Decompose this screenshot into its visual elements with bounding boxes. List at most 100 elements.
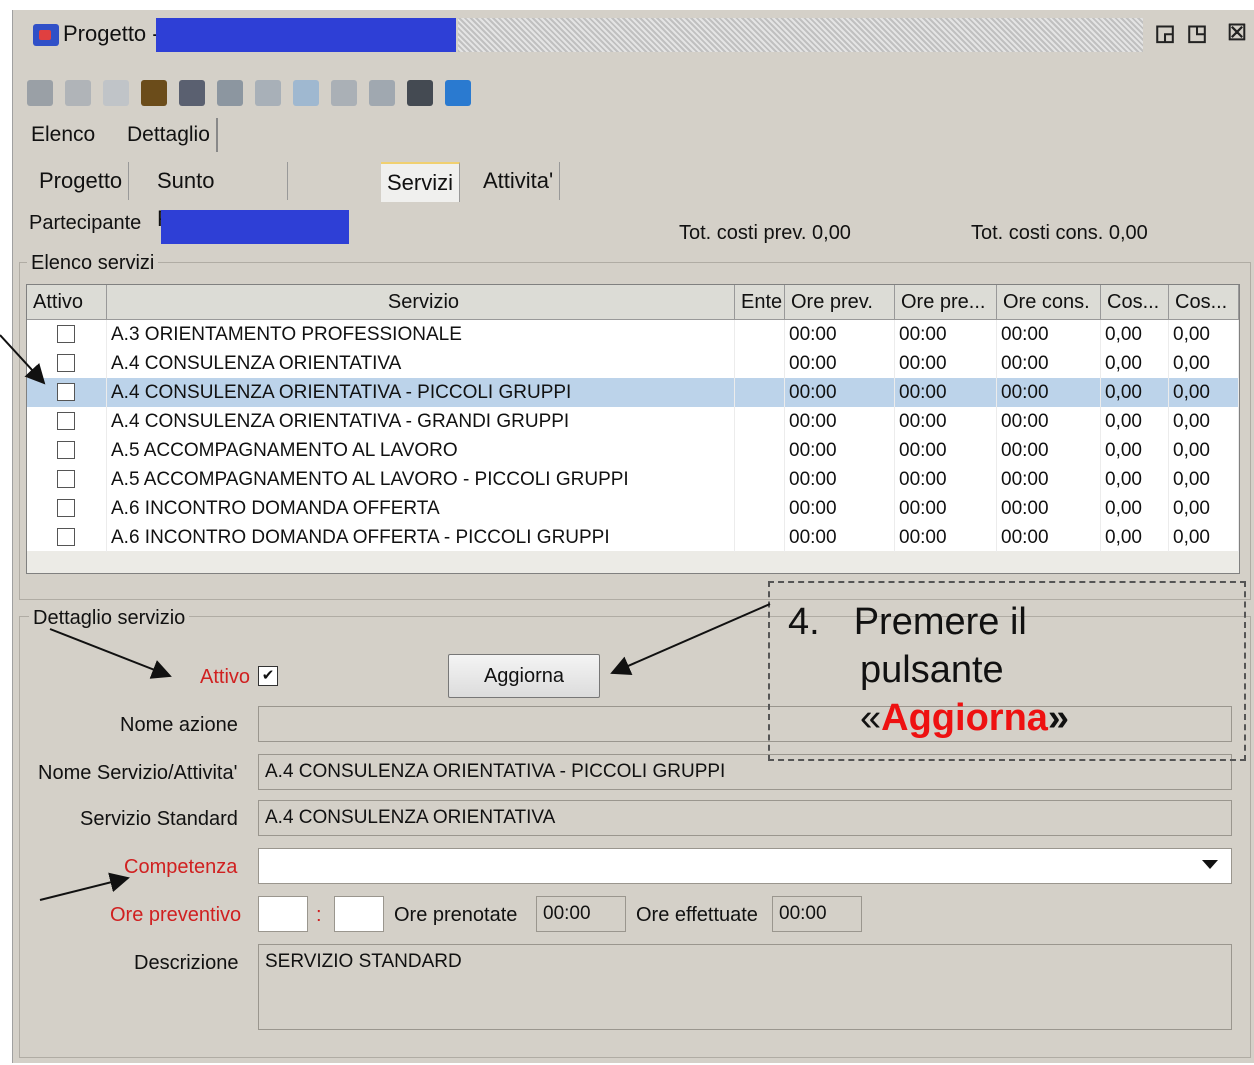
cell-ore-cons: 00:00 (997, 407, 1101, 436)
partecipante-label: Partecipante (29, 212, 142, 234)
ore-preventivo-minutes[interactable] (334, 896, 384, 932)
edit-icon[interactable] (179, 80, 205, 106)
cell-ore-pre: 00:00 (895, 436, 997, 465)
cell-ente (735, 523, 785, 552)
redacted-partecipante (161, 210, 349, 244)
attivo-checkbox[interactable] (57, 499, 75, 517)
cell-ore-cons: 00:00 (997, 436, 1101, 465)
cell-ente (735, 465, 785, 494)
column-header[interactable]: Ore prev. (785, 285, 895, 319)
cell-ore-pre: 00:00 (895, 523, 997, 552)
competenza-select[interactable] (258, 848, 1232, 884)
new-doc-icon[interactable] (65, 80, 91, 106)
column-header[interactable]: Attivo (27, 285, 107, 319)
print-icon[interactable] (407, 80, 433, 106)
table-row[interactable]: A.5 ACCOMPAGNAMENTO AL LAVORO 00:00 00:00 0… (27, 436, 1239, 465)
servizi-table[interactable]: Attivo Servizio Ente Ore prev. Ore pre... Ore… (26, 284, 1240, 574)
tab-servizi[interactable]: Servizi (381, 162, 461, 202)
refresh-icon[interactable] (293, 80, 319, 106)
cell-servizio: A.6 INCONTRO DOMANDA OFFERTA (107, 494, 735, 523)
aggiorna-button[interactable]: Aggiorna (448, 654, 600, 698)
tab-sunto-partecipante[interactable]: Sunto Partecipante (151, 162, 288, 231)
table-row[interactable]: A.4 CONSULENZA ORIENTATIVA - GRANDI GRUP… (27, 407, 1239, 436)
tab-elenco[interactable]: Elenco (25, 118, 101, 152)
ore-prenotate-field[interactable]: 00:00 (536, 896, 626, 932)
column-header[interactable]: Ente (735, 285, 785, 319)
cell-ente (735, 378, 785, 407)
nome-azione-label: Nome azione (120, 714, 238, 736)
instruction-text: 4. Premere il pulsante «Aggiorna» (788, 598, 1069, 742)
servizio-standard-field[interactable]: A.4 CONSULENZA ORIENTATIVA (258, 800, 1232, 836)
cell-attivo (27, 465, 107, 494)
chevron-down-icon[interactable] (1202, 860, 1218, 869)
column-header[interactable]: Ore pre... (895, 285, 997, 319)
table-row[interactable]: A.3 ORIENTAMENTO PROFESSIONALE 00:00 00:00… (27, 320, 1239, 349)
attivo-checkbox[interactable] (57, 383, 75, 401)
callout-line-2: pulsante (860, 649, 1004, 691)
ore-effettuate-field[interactable]: 00:00 (772, 896, 862, 932)
cell-ore-prev: 00:00 (785, 320, 895, 349)
cell-ore-prev: 00:00 (785, 436, 895, 465)
dettaglio-servizio-legend: Dettaglio servizio (29, 607, 190, 630)
tab-dettaglio[interactable]: Dettaglio (121, 118, 218, 152)
cell-attivo (27, 349, 107, 378)
cell-cos2: 0,00 (1169, 349, 1239, 378)
table-row[interactable]: A.6 INCONTRO DOMANDA OFFERTA - PICCOLI G… (27, 523, 1239, 552)
doc-icon[interactable] (103, 80, 129, 106)
ore-preventivo-hours[interactable] (258, 896, 308, 932)
info-icon[interactable] (141, 80, 167, 106)
cell-ente (735, 494, 785, 523)
maximize-icon[interactable]: ◳ (1183, 18, 1211, 48)
cell-ore-pre: 00:00 (895, 349, 997, 378)
cell-attivo (27, 523, 107, 552)
cell-ore-pre: 00:00 (895, 494, 997, 523)
tot-costi-prev: Tot. costi prev. 0,00 (679, 222, 851, 244)
cell-ore-cons: 00:00 (997, 378, 1101, 407)
ore-separator: : (316, 904, 322, 926)
table-row[interactable]: A.4 CONSULENZA ORIENTATIVA 00:00 00:00 00:0… (27, 349, 1239, 378)
redacted-title (156, 18, 456, 52)
cell-cos2: 0,00 (1169, 436, 1239, 465)
cell-cos1: 0,00 (1101, 523, 1169, 552)
save-icon[interactable] (217, 80, 243, 106)
descrizione-textarea[interactable]: SERVIZIO STANDARD (258, 944, 1232, 1030)
table-row[interactable]: A.4 CONSULENZA ORIENTATIVA - PICCOLI GRU… (27, 378, 1239, 407)
column-header[interactable]: Ore cons. (997, 285, 1101, 319)
list-icon[interactable] (331, 80, 357, 106)
cell-ente (735, 349, 785, 378)
close-icon[interactable]: ☒ (1223, 18, 1251, 48)
cell-cos1: 0,00 (1101, 465, 1169, 494)
ore-effettuate-label: Ore effettuate (636, 904, 758, 926)
cell-cos1: 0,00 (1101, 349, 1169, 378)
column-header[interactable]: Cos... (1101, 285, 1169, 319)
cell-ore-prev: 00:00 (785, 407, 895, 436)
attivo-checkbox[interactable] (57, 528, 75, 546)
minimize-icon[interactable]: ◲ (1151, 18, 1179, 48)
ore-prenotate-label: Ore prenotate (394, 904, 518, 926)
attivo-checkbox[interactable] (57, 354, 75, 372)
table-row[interactable]: A.6 INCONTRO DOMANDA OFFERTA 00:00 00:00 00… (27, 494, 1239, 523)
column-header[interactable]: Cos... (1169, 285, 1239, 319)
column-header[interactable]: Servizio (107, 285, 735, 319)
table-row[interactable]: A.5 ACCOMPAGNAMENTO AL LAVORO - PICCOLI … (27, 465, 1239, 494)
cell-servizio: A.4 CONSULENZA ORIENTATIVA - GRANDI GRUP… (107, 407, 735, 436)
attivo-checkbox[interactable] (57, 325, 75, 343)
attivo-checkbox[interactable] (57, 412, 75, 430)
tab-attivita[interactable]: Attivita' (477, 162, 561, 200)
callout-open-quote: « (860, 697, 882, 739)
exit-icon[interactable] (445, 80, 471, 106)
folder-icon[interactable] (369, 80, 395, 106)
cell-cos1: 0,00 (1101, 378, 1169, 407)
step-number: 4. (788, 601, 820, 643)
attivo-checkbox[interactable]: ✔ (258, 666, 278, 686)
attivo-checkbox[interactable] (57, 441, 75, 459)
undo-icon[interactable] (255, 80, 281, 106)
attivo-checkbox[interactable] (57, 470, 75, 488)
tab-progetto[interactable]: Progetto (33, 162, 130, 200)
search-icon[interactable] (27, 80, 53, 106)
cell-servizio: A.5 ACCOMPAGNAMENTO AL LAVORO (107, 436, 735, 465)
title-bar: Progetto - ◲ ◳ ☒ (13, 10, 1254, 68)
cell-cos1: 0,00 (1101, 494, 1169, 523)
servizio-standard-label: Servizio Standard (80, 808, 238, 830)
callout-close-quote: » (1047, 697, 1070, 739)
